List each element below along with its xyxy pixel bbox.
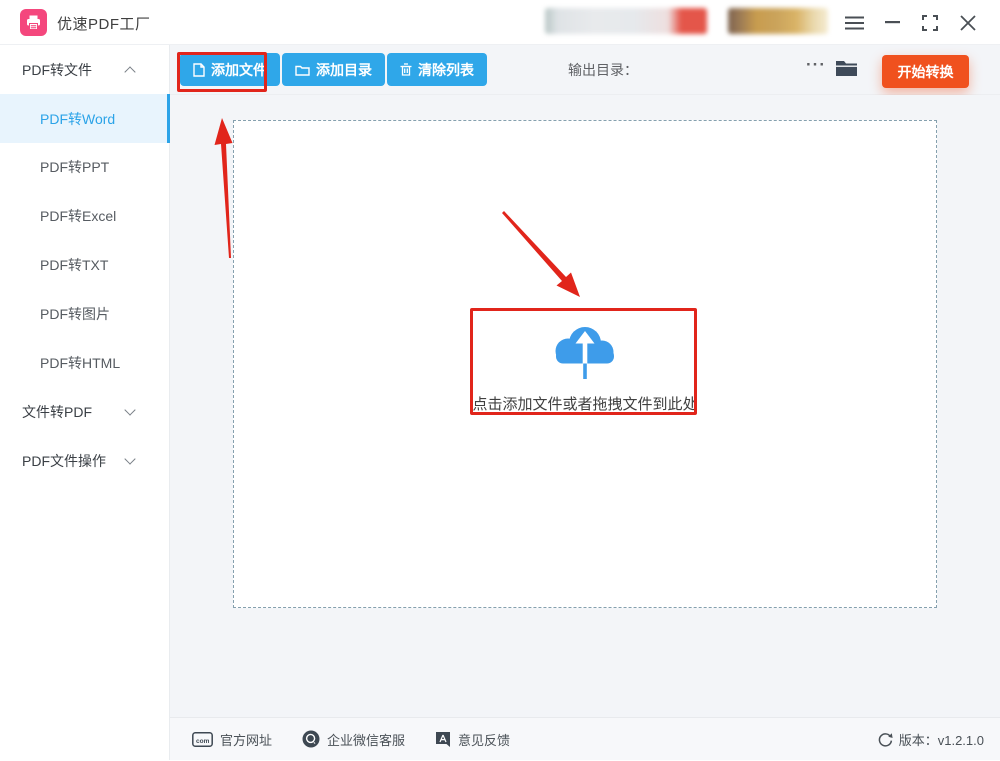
cloud-upload-icon <box>525 322 645 384</box>
clear-list-label: 清除列表 <box>418 60 474 80</box>
close-button[interactable] <box>954 0 982 45</box>
sidebar: PDF转文件 PDF转Word PDF转PPT PDF转Excel PDF转TX… <box>0 45 170 760</box>
sidebar-item-pdf-to-ppt[interactable]: PDF转PPT <box>0 142 170 191</box>
sidebar-item-label: PDF转HTML <box>40 353 120 373</box>
maximize-button[interactable] <box>916 0 944 45</box>
open-output-folder-button[interactable] <box>835 59 858 77</box>
sidebar-item-pdf-to-txt[interactable]: PDF转TXT <box>0 240 170 289</box>
sidebar-item-label: PDF转Word <box>40 109 115 129</box>
svg-text:com: com <box>196 738 210 745</box>
sidebar-item-label: PDF转图片 <box>40 304 110 324</box>
footer-bar: com 官方网址 企业微信客服 意见反馈 版本：v1.2.1.0 <box>170 717 1000 760</box>
version-label: 版本：v1.2.1.0 <box>899 730 984 749</box>
sidebar-item-pdf-to-html[interactable]: PDF转HTML <box>0 338 170 387</box>
trash-icon <box>400 63 412 76</box>
sidebar-section-pdf-to-file[interactable]: PDF转文件 <box>0 45 170 94</box>
wechat-service-link[interactable]: 企业微信客服 <box>302 730 405 749</box>
folder-icon <box>295 64 310 76</box>
official-website-link[interactable]: com 官方网址 <box>192 730 272 749</box>
sidebar-item-pdf-to-image[interactable]: PDF转图片 <box>0 289 170 338</box>
wechat-service-icon <box>302 730 320 748</box>
browse-more-button[interactable]: ··· <box>806 55 826 75</box>
dot-com-icon: com <box>192 732 213 747</box>
wechat-service-label: 企业微信客服 <box>327 730 405 749</box>
blurred-promo-area <box>728 8 828 34</box>
toolbar-button-group: 添加文件 添加目录 清除列表 <box>180 53 487 86</box>
hamburger-menu-button[interactable] <box>840 0 868 45</box>
app-title: 优速PDF工厂 <box>57 13 151 34</box>
blurred-account-area <box>545 8 707 34</box>
feedback-link[interactable]: 意见反馈 <box>435 730 510 749</box>
refresh-icon <box>878 732 893 747</box>
sidebar-section-label: PDF转文件 <box>22 60 92 80</box>
add-file-button[interactable]: 添加文件 <box>180 53 280 86</box>
clear-list-button[interactable]: 清除列表 <box>387 53 487 86</box>
feedback-icon <box>435 731 451 748</box>
sidebar-section-file-to-pdf[interactable]: 文件转PDF <box>0 387 170 436</box>
minimize-icon <box>885 21 900 24</box>
start-convert-button[interactable]: 开始转换 <box>882 55 969 88</box>
hamburger-icon <box>845 16 864 30</box>
file-icon <box>193 63 205 77</box>
chevron-down-icon <box>124 453 135 464</box>
output-dir-label: 输出目录： <box>568 60 638 80</box>
add-folder-button[interactable]: 添加目录 <box>282 53 385 86</box>
add-folder-label: 添加目录 <box>316 60 372 80</box>
sidebar-section-label: 文件转PDF <box>22 402 92 422</box>
add-file-label: 添加文件 <box>211 60 267 80</box>
chevron-up-icon <box>124 66 135 77</box>
dropzone-hint-text: 点击添加文件或者拖拽文件到此处 <box>235 393 935 414</box>
folder-open-icon <box>835 59 858 77</box>
sidebar-item-pdf-to-excel[interactable]: PDF转Excel <box>0 191 170 240</box>
titlebar: 优速PDF工厂 <box>0 0 1000 45</box>
sidebar-item-label: PDF转TXT <box>40 255 108 275</box>
maximize-icon <box>921 14 939 32</box>
chevron-down-icon <box>124 404 135 415</box>
toolbar: 添加文件 添加目录 清除列表 输出目录： ··· 开始转换 <box>170 45 1000 95</box>
sidebar-section-label: PDF文件操作 <box>22 451 106 471</box>
version-info: 版本：v1.2.1.0 <box>878 718 984 761</box>
sidebar-item-label: PDF转Excel <box>40 206 116 226</box>
minimize-button[interactable] <box>878 0 906 45</box>
feedback-label: 意见反馈 <box>458 730 510 749</box>
sidebar-section-pdf-operations[interactable]: PDF文件操作 <box>0 436 170 485</box>
sidebar-item-pdf-to-word[interactable]: PDF转Word <box>0 94 170 143</box>
official-website-label: 官方网址 <box>220 730 272 749</box>
close-icon <box>960 15 976 31</box>
app-logo pdf-printer-icon <box>20 9 47 36</box>
sidebar-item-label: PDF转PPT <box>40 157 109 177</box>
